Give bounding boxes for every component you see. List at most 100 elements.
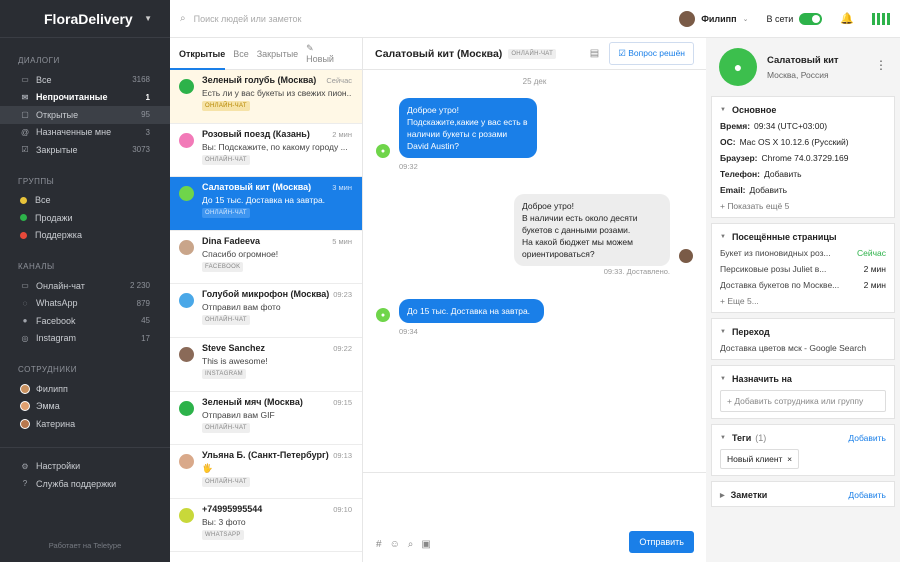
triangle-right-icon: ▶: [720, 492, 725, 499]
sidebar-staff-filipp[interactable]: Филипп: [0, 380, 170, 398]
new-dialog-button[interactable]: ✎ Новый: [306, 43, 353, 64]
add-email-link[interactable]: Добавить: [750, 185, 788, 195]
assign-input[interactable]: + Добавить сотрудника или группу: [720, 390, 886, 412]
search-box[interactable]: ⌕ Поиск людей или заметок: [180, 13, 301, 24]
tab-closed[interactable]: Закрытые: [257, 49, 298, 59]
resolve-button[interactable]: ☑ Вопрос решён: [609, 42, 694, 65]
conversation-item[interactable]: Салатовый кит (Москва) 3 мин До 15 тыс. До…: [170, 177, 362, 231]
conversation-item[interactable]: Голубой микрофон (Москва) 09:23 Отправил в…: [170, 284, 362, 338]
sidebar-item-label: Все: [35, 195, 51, 206]
sidebar-item-assigned[interactable]: @ Назначенные мне 3: [0, 124, 170, 142]
composer[interactable]: # ☺ ⌕ ▣ Отправить: [363, 472, 706, 562]
show-more-link[interactable]: + Показать ещё 5: [720, 201, 886, 211]
chat-panel: Салатовый кит (Москва) ОНЛАЙН-ЧАТ ▤ ☑ Во…: [363, 38, 706, 562]
message-incoming: Доброе утро! Подскажите,какие у вас есть…: [399, 98, 537, 158]
sidebar-group-support[interactable]: Поддержка: [0, 227, 170, 245]
tag-chip[interactable]: Новый клиент ×: [720, 449, 800, 469]
sidebar-item-closed[interactable]: ☑ Закрытые 3073: [0, 141, 170, 159]
conversation-item[interactable]: Розовый поезд (Казань) 2 мин Вы: Подскажит…: [170, 124, 362, 178]
conversation-time: 2 мин: [332, 129, 352, 139]
info-row-email: Email: Добавить: [720, 185, 886, 195]
search-input[interactable]: Поиск людей или заметок: [194, 14, 302, 24]
message-incoming: До 15 тыс. Доставка на завтра.: [399, 299, 544, 323]
triangle-down-icon: ▼: [720, 435, 726, 441]
divider: [0, 446, 170, 448]
sidebar-group-sales[interactable]: Продажи: [0, 209, 170, 227]
envelope-icon: ✉: [21, 92, 29, 102]
avatar: [179, 239, 194, 255]
sidebar-staff-katerina[interactable]: Катерина: [0, 415, 170, 433]
card-header[interactable]: ▼ Посещённые страницы: [720, 232, 886, 242]
inbox-icon: ▭: [21, 75, 29, 85]
emoji-icon[interactable]: ☺: [390, 539, 400, 550]
close-icon[interactable]: ×: [785, 454, 792, 464]
conversation-name: Розовый поезд (Казань): [202, 128, 310, 139]
conversation-preview: Отправил вам фото: [202, 302, 281, 313]
yellow-dot-icon: [20, 196, 27, 204]
conversation-item[interactable]: Зеленый мяч (Москва) 09:15 Отправил вам GI…: [170, 392, 362, 446]
tab-all[interactable]: Все: [233, 49, 249, 59]
channel-badge: FACEBOOK: [202, 261, 244, 272]
sidebar-item-open[interactable]: ▢ Открытые 95: [0, 106, 170, 124]
sidebar-channel-facebook[interactable]: ● Facebook 45: [0, 312, 170, 330]
sidebar-support[interactable]: ? Служба поддержки: [0, 475, 170, 493]
compose-icon: ✎: [306, 43, 314, 53]
user-name: Филипп: [701, 13, 737, 24]
card-header[interactable]: ▼ Теги (1) Добавить: [720, 433, 886, 443]
add-phone-link[interactable]: Добавить: [764, 169, 802, 179]
pages-more-link[interactable]: + Еще 5...: [720, 296, 886, 306]
sidebar-item-count: 3: [145, 127, 150, 137]
bell-icon[interactable]: 🔔: [840, 12, 854, 25]
page-row[interactable]: Доставка букетов по Москве... 2 мин: [720, 280, 886, 290]
row-label: Телефон:: [720, 169, 760, 179]
sidebar-channel-instagram[interactable]: ◎ Instagram 17: [0, 330, 170, 348]
add-note-link[interactable]: Добавить: [848, 490, 886, 500]
tab-open[interactable]: Открытые: [179, 49, 225, 59]
page-row[interactable]: Букет из пионовидных роз... Сейчас: [720, 248, 886, 258]
sidebar-item-all[interactable]: ▭ Все 3168: [0, 71, 170, 89]
hashtag-icon[interactable]: #: [376, 539, 382, 550]
card-header[interactable]: ▼ Основное: [720, 105, 886, 115]
sidebar-channel-whatsapp[interactable]: ◌ WhatsApp 879: [0, 295, 170, 313]
sidebar-channel-online-chat[interactable]: ▭ Онлайн-чат 2 230: [0, 277, 170, 295]
signal-bars-icon[interactable]: [872, 12, 890, 25]
card-header[interactable]: ▶ Заметки Добавить: [720, 490, 886, 500]
card-title: Назначить на: [731, 374, 792, 384]
conversation-name: Салатовый кит (Москва): [202, 182, 312, 193]
image-icon[interactable]: ▣: [421, 539, 430, 550]
user-menu[interactable]: Филипп ⌄: [679, 10, 748, 27]
sidebar-item-unread[interactable]: ✉ Непрочитанные 1: [0, 89, 170, 107]
message-time: 09:34: [399, 327, 418, 336]
sidebar-item-label: Закрытые: [36, 144, 78, 155]
attach-icon[interactable]: ⌕: [408, 539, 414, 550]
card-header[interactable]: ▼ Переход: [720, 327, 886, 337]
triangle-down-icon: ▼: [720, 329, 726, 335]
page-row[interactable]: Персиковые розы Juliet в... 2 мин: [720, 264, 886, 274]
online-toggle[interactable]: [799, 12, 823, 25]
add-tag-link[interactable]: Добавить: [848, 433, 886, 443]
sidebar-settings[interactable]: ⚙ Настройки: [0, 458, 170, 476]
conversation-time: 5 мин: [332, 236, 352, 246]
conversation-item[interactable]: Зеленый голубь (Москва) Сейчас Есть ли у в…: [170, 70, 362, 124]
more-vertical-icon[interactable]: ⋮: [875, 58, 887, 72]
sidebar-group-all[interactable]: Все: [0, 192, 170, 210]
conversation-item[interactable]: Ульяна Б. (Санкт-Петербург) 09:13 🖐 ОНЛАЙН-…: [170, 445, 362, 499]
card-header[interactable]: ▼ Назначить на: [720, 374, 886, 384]
sidebar-staff-emma[interactable]: Эмма: [0, 398, 170, 416]
conversation-name: Зеленый мяч (Москва): [202, 396, 303, 407]
row-value: 09:34 (UTC+03:00): [754, 121, 828, 131]
customer-avatar-icon: ●: [376, 144, 390, 158]
powered-by[interactable]: Работает на Teletype: [0, 541, 170, 550]
send-button[interactable]: Отправить: [629, 531, 694, 553]
page-time: Сейчас: [856, 248, 886, 258]
channel-badge: INSTAGRAM: [202, 368, 246, 379]
avatar: [179, 79, 194, 94]
info-row-browser: Браузер: Chrome 74.0.3729.169: [720, 153, 886, 163]
conversation-item[interactable]: Steve Sanchez 09:22 This is awesome! INSTAG…: [170, 338, 362, 392]
online-status: В сети: [766, 12, 823, 25]
conversation-item[interactable]: +74995995544 09:10 Вы: 3 фото WHATSAPP: [170, 499, 362, 553]
brand-switcher[interactable]: FloraDelivery ▼: [0, 0, 170, 38]
instagram-icon: ◎: [21, 333, 29, 343]
archive-icon[interactable]: ▤: [590, 48, 599, 59]
conversation-item[interactable]: Dina Fadeeva 5 мин Спасибо огромное! FACEBO…: [170, 231, 362, 285]
